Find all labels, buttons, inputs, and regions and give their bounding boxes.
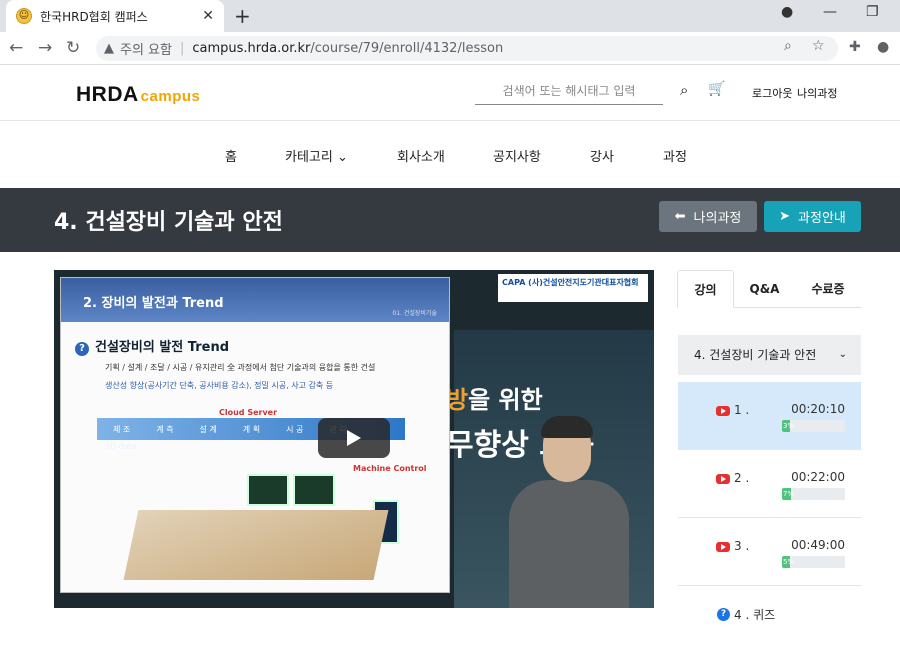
lesson-progress: 7%: [782, 488, 845, 500]
paper-plane-icon: ➤: [779, 209, 791, 224]
address-bar: ← → ↻ ▲ 주의 요함 | campus.hrda.or.kr /cours…: [0, 32, 900, 65]
progress-fill: 5%: [782, 556, 795, 568]
lesson-number: 2 .: [734, 471, 750, 485]
thumb-scan-2: [293, 474, 335, 506]
play-icon: [347, 430, 361, 446]
slide-subtitle: ? 건설장비의 발전 Trend: [75, 336, 229, 356]
url-separator: |: [179, 41, 185, 56]
slide-bullet-1: 기획 / 설계 / 조달 / 시공 / 유지관리 全 과정에서 첨단 기술과의 …: [105, 363, 376, 372]
tab-lecture[interactable]: 강의: [677, 270, 734, 308]
menu-category[interactable]: 카테고리 ⌄: [285, 146, 348, 165]
course-banner: 4. 건설장비 기술과 안전 ⬅ 나의과정 ➤ 과정안내: [0, 188, 900, 252]
main-menu: 홈 카테고리 ⌄ 회사소개 공지사항 강사 과정: [0, 121, 900, 188]
construction-site-illustration: [123, 510, 389, 580]
back-arrow-icon[interactable]: ←: [9, 38, 23, 58]
tab-title: 한국HRD협회 캠퍼스: [40, 9, 148, 24]
arrow-left-icon: ⬅: [674, 209, 686, 224]
lesson-duration: 00:22:00: [791, 470, 845, 484]
logout-link[interactable]: 로그아웃: [752, 85, 792, 101]
data-3d-label: 3D data: [105, 442, 137, 451]
profile-menu-icon[interactable]: ●: [781, 4, 793, 20]
lesson-duration: 00:20:10: [791, 402, 845, 416]
lesson-item-3[interactable]: 3 . 00:49:00 5%: [678, 518, 861, 586]
my-course-button-label: 나의과정: [693, 211, 742, 226]
logo-sub: campus: [140, 88, 201, 105]
my-course-button[interactable]: ⬅ 나의과정: [659, 201, 757, 232]
slide-bullet-2: 생산성 향상(공사기간 단축, 공사비용 감소), 정밀 시공, 사고 감축 등: [105, 381, 334, 390]
search-input[interactable]: 검색어 또는 해시태그 입력: [475, 79, 663, 105]
url-field[interactable]: ▲ 주의 요함 | campus.hrda.or.kr /course/79/e…: [96, 36, 838, 61]
lecture-slide: 2. 장비의 발전과 Trend 01. 건설장비기술 ? 건설장비의 발전 Tr…: [60, 277, 450, 593]
menu-course[interactable]: 과정: [663, 146, 687, 165]
quiz-item[interactable]: ? 4 . 퀴즈: [717, 606, 775, 623]
youtube-icon: [716, 474, 730, 484]
lesson-progress: 3%: [782, 420, 845, 432]
cart-icon[interactable]: 🛒: [708, 81, 725, 97]
warning-icon[interactable]: ▲: [104, 41, 114, 56]
play-button[interactable]: [318, 418, 390, 458]
zoom-icon[interactable]: ⌕: [784, 38, 792, 54]
progress-fill: 3%: [782, 420, 795, 432]
lesson-duration: 00:49:00: [791, 538, 845, 552]
chevron-down-icon: ⌄: [838, 349, 847, 360]
restore-window-icon[interactable]: ❐: [866, 4, 879, 20]
quiz-label: 4 . 퀴즈: [734, 608, 776, 622]
browser-tab-bar: ☺ 한국HRD협회 캠퍼스 ✕ + ● — ❐: [0, 0, 900, 32]
chapter-title: 4. 건설장비 기술과 안전: [694, 348, 817, 362]
url-path: /course/79/enroll/4132/lesson: [310, 41, 504, 56]
bookmark-star-icon[interactable]: ☆: [812, 38, 825, 54]
menu-home[interactable]: 홈: [225, 146, 237, 165]
capa-logo: CAPA (사)건설안전지도기관대표자협회: [498, 274, 648, 302]
close-tab-icon[interactable]: ✕: [202, 8, 214, 24]
cloud-server-label: Cloud Server: [219, 408, 278, 417]
security-status[interactable]: 주의 요함: [120, 39, 172, 58]
page-title: 4. 건설장비 기술과 안전: [54, 210, 283, 235]
lesson-item-1[interactable]: 1 . 00:20:10 3%: [678, 382, 861, 450]
course-guide-button-label: 과정안내: [798, 211, 846, 226]
chapter-dropdown[interactable]: 4. 건설장비 기술과 안전 ⌄: [678, 335, 861, 375]
slide-heading: 2. 장비의 발전과 Trend: [61, 278, 449, 322]
capa-label: (사)건설안전지도기관대표자협회: [528, 278, 639, 287]
progress-fill: 7%: [782, 488, 795, 500]
thumb-scan-1: [247, 474, 289, 506]
smiley-favicon-icon: ☺: [16, 8, 32, 24]
new-tab-button[interactable]: +: [234, 4, 251, 28]
search-icon[interactable]: ⌕: [680, 81, 688, 99]
sidebar-tabs: 강의 Q&A 수료증: [677, 270, 861, 308]
minimize-icon[interactable]: —: [823, 4, 837, 20]
site-header: HRDA campus 검색어 또는 해시태그 입력 ⌕ 🛒 로그아웃 나의과정: [0, 65, 900, 121]
overlay-text-1: 방을 위한: [446, 386, 543, 414]
menu-about[interactable]: 회사소개: [397, 146, 445, 165]
course-guide-button[interactable]: ➤ 과정안내: [764, 201, 861, 232]
logo-main: HRDA: [76, 83, 139, 106]
lesson-progress: 5%: [782, 556, 845, 568]
reload-icon[interactable]: ↻: [66, 38, 80, 58]
site-logo[interactable]: HRDA campus: [76, 83, 200, 107]
menu-instructor[interactable]: 강사: [590, 146, 614, 165]
youtube-icon: [716, 406, 730, 416]
question-icon: ?: [75, 342, 89, 356]
my-course-link[interactable]: 나의과정: [797, 85, 837, 101]
tab-certificate[interactable]: 수료증: [795, 270, 861, 308]
lesson-number: 3 .: [734, 539, 750, 553]
forward-arrow-icon[interactable]: →: [38, 38, 52, 58]
slide-tag: 01. 건설장비기술: [392, 310, 437, 317]
browser-tab[interactable]: ☺ 한국HRD협회 캠퍼스 ✕: [6, 0, 224, 32]
tab-qna[interactable]: Q&A: [737, 270, 792, 308]
video-player[interactable]: CAPA (사)건설안전지도기관대표자협회 방을 위한 무향상 교육 2. 장비…: [54, 270, 654, 608]
menu-notice[interactable]: 공지사항: [493, 146, 541, 165]
lesson-number: 1 .: [734, 403, 750, 417]
machine-control-label: Machine Control: [353, 464, 427, 473]
youtube-icon: [716, 542, 730, 552]
extensions-puzzle-icon[interactable]: ✚: [849, 39, 861, 55]
account-avatar-icon[interactable]: ●: [877, 39, 889, 55]
lesson-item-2[interactable]: 2 . 00:22:00 7%: [678, 450, 861, 518]
lecturer: [509, 416, 629, 608]
question-circle-icon: ?: [717, 608, 730, 621]
url-host: campus.hrda.or.kr: [192, 41, 311, 56]
